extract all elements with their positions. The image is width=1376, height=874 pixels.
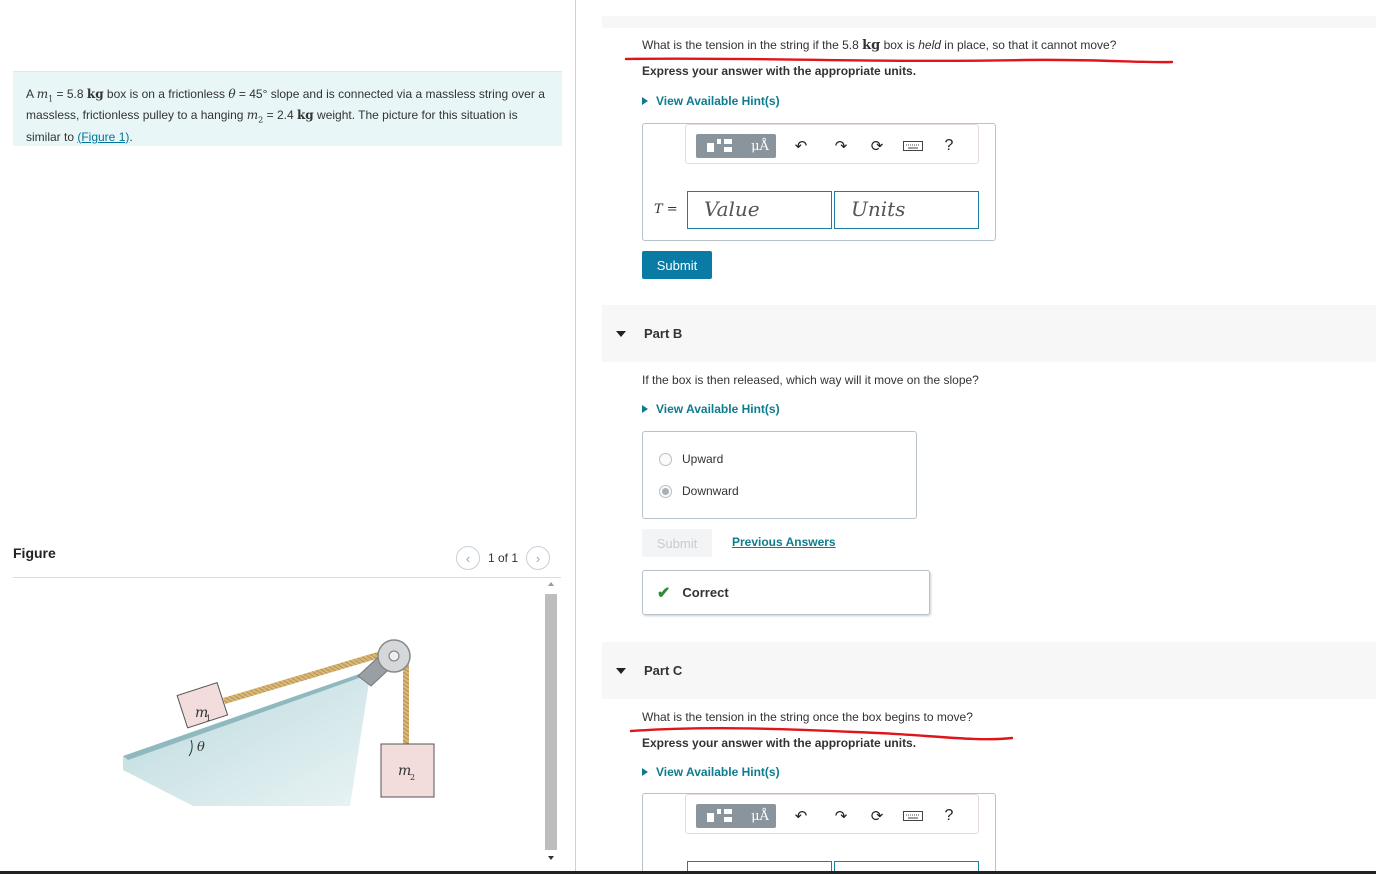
option-downward-label: Downward xyxy=(682,484,739,498)
chevron-right-icon: › xyxy=(535,550,541,566)
part-c-answer-box: μÅ ↶ ↷ ⟳ ? xyxy=(642,793,996,874)
part-c-title: Part C xyxy=(644,663,683,678)
radio-downward[interactable] xyxy=(659,484,672,498)
part-a-header-strip xyxy=(602,16,1376,28)
part-c-hint-label: View Available Hint(s) xyxy=(656,765,780,779)
part-a-submit-button[interactable]: Submit xyxy=(642,251,712,279)
m2-value: = 2.4 xyxy=(263,108,297,123)
m2-label-sub: 2 xyxy=(410,773,415,782)
m1-symbol: m xyxy=(36,87,49,101)
part-c-header[interactable]: Part C xyxy=(602,642,1376,699)
previous-answers-link[interactable]: Previous Answers xyxy=(732,535,836,549)
scroll-thumb[interactable] xyxy=(545,594,557,850)
scroll-up-icon[interactable] xyxy=(548,582,554,586)
theta-symbol: θ xyxy=(228,87,236,101)
units-button[interactable]: μÅ xyxy=(744,134,776,158)
redo-icon[interactable]: ↷ xyxy=(830,804,852,828)
variable-label: T = xyxy=(654,202,678,217)
problem-text-mid: box is on a frictionless xyxy=(103,87,229,101)
left-pane: A m 1 = 5.8 kg box is on a frictionless θ… xyxy=(0,0,575,874)
redo-icon[interactable]: ↷ xyxy=(830,134,852,158)
undo-icon[interactable]: ↶ xyxy=(790,804,812,828)
part-a-kg: kg xyxy=(862,38,881,53)
units-input-c[interactable] xyxy=(834,861,979,871)
part-a-express: Express your answer with the appropriate… xyxy=(642,64,917,78)
part-c-express: Express your answer with the appropriate… xyxy=(642,736,917,750)
keyboard-icon[interactable] xyxy=(902,134,924,158)
templates-icon xyxy=(707,139,732,152)
templates-button[interactable] xyxy=(696,134,746,158)
part-a-answer-box: μÅ ↶ ↷ ⟳ ? T = Value Units xyxy=(642,123,996,241)
help-icon[interactable]: ? xyxy=(938,804,960,828)
feedback-label: Correct xyxy=(682,585,729,600)
part-b-submit-button: Submit xyxy=(642,529,712,557)
figure-pager: ‹ 1 of 1 › xyxy=(456,546,551,570)
part-b-hint-toggle[interactable]: View Available Hint(s) xyxy=(642,402,780,416)
part-a-question-text: What is the tension in the string if the… xyxy=(642,38,863,52)
part-c-question: What is the tension in the string once t… xyxy=(642,710,973,724)
part-b-title: Part B xyxy=(644,326,683,341)
m1-label-sub: 1 xyxy=(206,714,211,723)
part-b-header[interactable]: Part B xyxy=(602,305,1376,362)
part-a-question-em: held xyxy=(918,38,941,52)
m1-value: = 5.8 xyxy=(53,87,87,101)
templates-button[interactable] xyxy=(696,804,746,828)
option-downward[interactable]: Downward xyxy=(659,484,739,498)
m2-symbol: m xyxy=(246,108,259,123)
part-b-options: Upward Downward xyxy=(642,431,917,519)
caret-right-icon xyxy=(642,768,648,776)
caret-right-icon xyxy=(642,405,648,413)
part-a-hint-label: View Available Hint(s) xyxy=(656,94,780,108)
figure-scrollbar[interactable] xyxy=(543,580,559,864)
reset-icon[interactable]: ⟳ xyxy=(866,134,888,158)
undo-icon[interactable]: ↶ xyxy=(790,134,812,158)
value-input-c[interactable] xyxy=(687,861,832,871)
part-a-hint-toggle[interactable]: View Available Hint(s) xyxy=(642,94,780,108)
help-icon[interactable]: ? xyxy=(938,134,960,158)
scroll-down-icon[interactable] xyxy=(548,856,554,860)
part-b-hint-label: View Available Hint(s) xyxy=(656,402,780,416)
part-a-question-end: in place, so that it cannot move? xyxy=(940,38,1117,52)
part-a-question-mid: box is xyxy=(880,38,919,52)
variable-label-text: T = xyxy=(654,202,678,217)
keyboard-icon[interactable] xyxy=(902,804,924,828)
caret-down-icon xyxy=(616,330,626,337)
part-b-question: If the box is then released, which way w… xyxy=(642,373,979,387)
incline-slope xyxy=(123,664,388,806)
math-toolbar-c: μÅ ↶ ↷ ⟳ ? xyxy=(685,794,979,834)
period: . xyxy=(129,129,133,144)
caret-right-icon xyxy=(642,97,648,105)
figure-page-count: 1 of 1 xyxy=(488,551,519,565)
part-a-question: What is the tension in the string if the… xyxy=(642,38,1116,53)
kg-unit: kg xyxy=(86,87,104,101)
kg-unit-2: kg xyxy=(296,108,314,123)
theta-label: θ xyxy=(197,740,205,755)
value-input[interactable]: Value xyxy=(687,191,832,229)
incline-pulley-figure: m 1 θ m 2 xyxy=(123,639,435,806)
radio-upward[interactable] xyxy=(659,452,672,466)
units-button[interactable]: μÅ xyxy=(744,804,776,828)
problem-statement: A m1 = 5.8 kg box is on a frictionless θ… xyxy=(13,71,562,146)
templates-icon xyxy=(707,809,732,822)
next-figure-button[interactable]: › xyxy=(526,546,551,570)
caret-down-icon xyxy=(616,667,626,674)
figure-divider xyxy=(13,577,561,578)
option-upward[interactable]: Upward xyxy=(659,452,723,466)
prev-figure-button[interactable]: ‹ xyxy=(456,546,480,570)
feedback-correct: ✔ Correct xyxy=(642,570,930,615)
part-c-hint-toggle[interactable]: View Available Hint(s) xyxy=(642,765,780,779)
chevron-left-icon: ‹ xyxy=(465,550,471,566)
problem-text: A xyxy=(26,87,34,101)
units-input[interactable]: Units xyxy=(834,191,979,229)
math-toolbar: μÅ ↶ ↷ ⟳ ? xyxy=(685,124,979,164)
figure-title: Figure xyxy=(13,545,56,561)
pulley-axle xyxy=(388,650,400,662)
option-upward-label: Upward xyxy=(682,452,724,466)
reset-icon[interactable]: ⟳ xyxy=(866,804,888,828)
rope-vertical xyxy=(403,658,409,744)
right-pane: What is the tension in the string if the… xyxy=(576,0,1376,874)
figure-link[interactable]: (Figure 1) xyxy=(77,130,129,144)
checkmark-icon: ✔ xyxy=(657,584,671,602)
